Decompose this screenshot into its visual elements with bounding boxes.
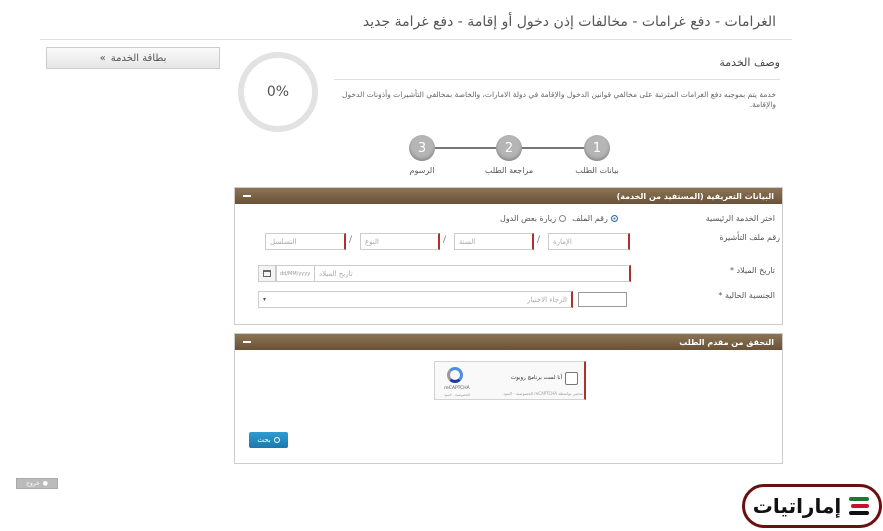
separator: / xyxy=(537,235,541,245)
progress-label: 0% xyxy=(266,84,290,100)
service-options: رقم الملف زيارة بعض الدول xyxy=(500,214,630,223)
description-title: وصف الخدمة xyxy=(719,56,780,69)
radio-file-number[interactable] xyxy=(610,215,618,222)
step-1: 1 xyxy=(584,135,610,161)
verify-panel-header[interactable]: التحقق من مقدم الطلب xyxy=(235,334,782,350)
search-button-label: بحث xyxy=(257,436,271,444)
year-field[interactable]: السنة xyxy=(454,233,534,250)
dropdown-arrow-icon: ▾ xyxy=(263,296,267,303)
double-chevron-right-icon: » xyxy=(99,52,106,64)
option-file-number[interactable]: رقم الملف xyxy=(572,214,618,223)
nationality-select[interactable]: الرجاء الاختيار ▾ xyxy=(258,291,573,308)
nationality-label: الجنسية الحالية * xyxy=(718,291,775,300)
recaptcha-brand: reCAPTCHA xyxy=(444,386,470,391)
radio-visit-countries[interactable] xyxy=(559,215,567,222)
exit-button[interactable]: خروج ● xyxy=(16,478,58,489)
uae-flag-icon xyxy=(849,497,870,515)
description-text: خدمة يتم بموجبه دفع الغرامات المترتبة عل… xyxy=(334,79,780,111)
separator: / xyxy=(349,235,353,245)
step-3: 3 xyxy=(409,135,435,161)
step-2: 2 xyxy=(496,135,522,161)
page-title: الغرامات - دفع غرامات - مخالفات إذن دخول… xyxy=(40,0,792,40)
recaptcha-logo-icon xyxy=(447,367,463,383)
recaptcha-widget: أنا لست برنامج روبوت reCAPTCHA الخصوصية … xyxy=(434,361,586,400)
emaratyat-logo: إماراتيات xyxy=(742,484,882,528)
verify-panel-title: التحقق من مقدم الطلب xyxy=(679,337,774,347)
birth-date-input[interactable]: تاريخ الميلاد xyxy=(314,265,631,282)
recaptcha-terms[interactable]: الخصوصية - البنود xyxy=(437,393,477,397)
collapse-icon[interactable] xyxy=(243,195,251,197)
service-card-button[interactable]: بطاقة الخدمة » xyxy=(46,47,220,69)
option-visit-countries[interactable]: زيارة بعض الدول xyxy=(500,214,567,223)
beneficiary-panel-title: البيانات التعريفية (المستفيد من الخدمة) xyxy=(616,191,774,201)
beneficiary-panel-header[interactable]: البيانات التعريفية (المستفيد من الخدمة) xyxy=(235,188,782,204)
date-format-hint: dd/MM/yyyy xyxy=(276,265,314,282)
search-button[interactable]: بحث xyxy=(249,432,288,448)
type-field[interactable]: النوع xyxy=(360,233,440,250)
main-service-label: اختر الخدمة الرئيسية xyxy=(705,214,775,223)
recaptcha-checkbox[interactable] xyxy=(565,372,578,385)
collapse-icon[interactable] xyxy=(243,341,251,343)
emirate-field[interactable]: الإمارة xyxy=(548,233,630,250)
step-1-label: بيانات الطلب xyxy=(575,166,619,175)
nationality-code-input[interactable] xyxy=(578,292,627,307)
separator: / xyxy=(443,235,447,245)
step-2-label: مراجعة الطلب xyxy=(484,166,534,175)
birth-date-label: تاريخ الميلاد * xyxy=(729,266,775,275)
progress-ring: 0% xyxy=(238,52,318,132)
serial-field[interactable]: التسلسل xyxy=(265,233,346,250)
recaptcha-checkbox-label: أنا لست برنامج روبوت xyxy=(510,375,562,381)
service-card-label: بطاقة الخدمة xyxy=(110,52,167,64)
calendar-icon[interactable] xyxy=(258,265,276,282)
exit-button-label: خروج xyxy=(25,480,40,487)
plus-icon: ● xyxy=(42,480,49,487)
logo-text: إماراتيات xyxy=(752,494,842,518)
visa-file-label: رقم ملف التأشيرة xyxy=(719,233,780,242)
step-3-label: الرسوم xyxy=(409,166,435,175)
search-icon xyxy=(273,437,280,443)
recaptcha-footer: محمي بواسطة reCAPTCHA الخصوصية - البنود xyxy=(503,391,583,396)
